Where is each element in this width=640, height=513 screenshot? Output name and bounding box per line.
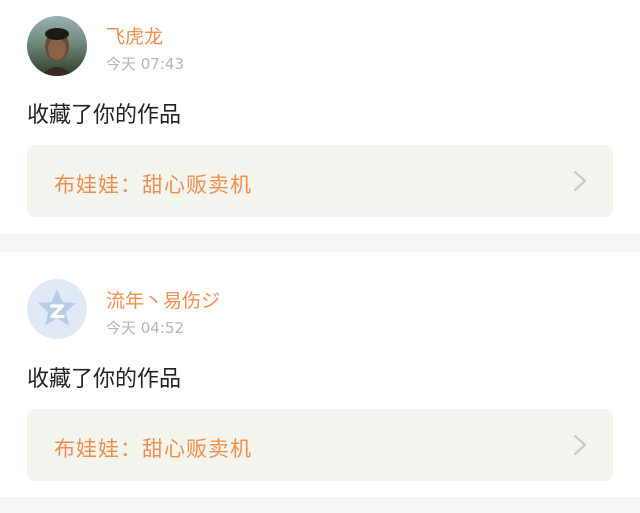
notification-item: 流年丶易伤ジ 今天 04:52 收藏了你的作品 布娃娃：甜心贩卖机 — [0, 252, 640, 497]
separator — [0, 234, 640, 252]
chevron-right-icon — [573, 170, 587, 192]
notification-item: 飞虎龙 今天 07:43 收藏了你的作品 布娃娃：甜心贩卖机 — [0, 0, 640, 234]
separator — [0, 497, 640, 513]
user-avatar[interactable] — [27, 279, 87, 339]
user-avatar[interactable] — [27, 16, 87, 76]
work-link-card[interactable]: 布娃娃：甜心贩卖机 — [27, 145, 613, 217]
username[interactable]: 流年丶易伤ジ — [106, 286, 220, 313]
timestamp: 今天 04:52 — [106, 319, 184, 337]
chevron-right-icon — [573, 434, 587, 456]
timestamp: 今天 07:43 — [106, 55, 184, 73]
action-text: 收藏了你的作品 — [27, 103, 182, 128]
notification-feed: 飞虎龙 今天 07:43 收藏了你的作品 布娃娃：甜心贩卖机 流年丶易伤ジ 今天… — [0, 0, 640, 513]
action-text: 收藏了你的作品 — [27, 367, 182, 392]
default-qzone-avatar-icon — [27, 279, 87, 339]
username[interactable]: 飞虎龙 — [106, 22, 163, 49]
work-title: 布娃娃：甜心贩卖机 — [54, 437, 252, 461]
work-title: 布娃娃：甜心贩卖机 — [54, 173, 252, 197]
user-photo-avatar-icon — [27, 16, 87, 76]
work-link-card[interactable]: 布娃娃：甜心贩卖机 — [27, 409, 613, 481]
